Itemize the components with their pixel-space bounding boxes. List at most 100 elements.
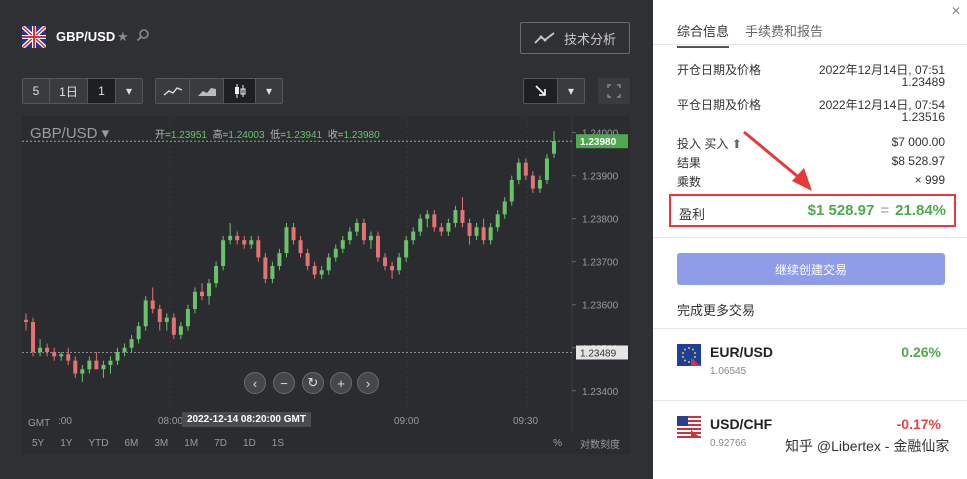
- candle-body: [108, 360, 113, 365]
- asset-symbol: USD/CHF: [710, 416, 773, 432]
- open-label: 开仓日期及价格: [677, 63, 762, 77]
- count-button[interactable]: 5: [23, 79, 50, 103]
- chart-canvas[interactable]: 1.240001.239001.238001.237001.236001.235…: [22, 116, 630, 432]
- x-tick-label: 08:00: [158, 416, 183, 427]
- candle-body: [397, 257, 402, 271]
- asset-price: 0.92766: [710, 438, 747, 449]
- x-tick-label: 09:30: [513, 416, 538, 427]
- arrow-down-right-icon: [534, 85, 546, 96]
- area-chart-button[interactable]: [190, 79, 224, 103]
- candle-body: [326, 257, 331, 271]
- candle-body: [502, 201, 507, 215]
- candle-body: [24, 319, 28, 322]
- candle-body: [157, 309, 162, 322]
- profit-label: 盈利: [679, 207, 706, 222]
- interval-dropdown[interactable]: ▾: [116, 79, 142, 103]
- fullscreen-button[interactable]: [598, 78, 630, 104]
- price-chart[interactable]: 1.240001.239001.238001.237001.236001.235…: [22, 116, 630, 454]
- divider: [653, 44, 967, 45]
- result-value: $8 528.97: [891, 154, 945, 168]
- candle-body: [87, 360, 92, 370]
- tech-analysis-button[interactable]: 技术分析: [520, 22, 630, 54]
- profit-value: $1 528.97 = 21.84%: [807, 202, 946, 219]
- candle-body: [523, 162, 528, 176]
- current-price-label: 1.23980: [580, 137, 617, 148]
- scroll-left-button[interactable]: ‹: [244, 372, 266, 394]
- continue-trade-button[interactable]: 继续创建交易: [677, 253, 945, 285]
- candle-body: [319, 270, 324, 275]
- candle-body: [214, 266, 219, 284]
- candle-body: [340, 240, 345, 249]
- period-6m[interactable]: 6M: [124, 438, 138, 449]
- log-scale-toggle[interactable]: 对数刻度: [580, 436, 620, 451]
- reset-button[interactable]: ↻: [302, 372, 324, 394]
- invest-value: $7 000.00: [891, 135, 945, 149]
- period-7d[interactable]: 7D: [214, 438, 227, 449]
- candle-body: [481, 227, 486, 241]
- candlestick-icon: [234, 84, 245, 98]
- eu-flag-icon: [677, 344, 701, 366]
- period-3m[interactable]: 3M: [154, 438, 168, 449]
- candle-body: [150, 300, 155, 310]
- candle-body: [228, 235, 233, 241]
- star-icon[interactable]: ★: [117, 29, 129, 45]
- period-1d[interactable]: 1D: [243, 438, 256, 449]
- candle-body: [73, 360, 78, 374]
- draw-tool-dropdown[interactable]: ▾: [558, 79, 584, 103]
- close-icon[interactable]: ✕: [951, 4, 961, 18]
- candle-body: [530, 175, 535, 189]
- chevron-left-icon: ‹: [252, 375, 258, 391]
- candle-body: [256, 240, 261, 258]
- arrow-tool-button[interactable]: [524, 79, 558, 103]
- close-label: 平仓日期及价格: [677, 98, 762, 112]
- chevron-down-icon: ▾: [125, 84, 133, 98]
- candle-body: [460, 210, 465, 223]
- line-chart-button[interactable]: [156, 79, 190, 103]
- result-label: 结果: [677, 156, 702, 170]
- interval-button[interactable]: 1: [88, 79, 116, 103]
- candle-body: [390, 266, 395, 271]
- percent-toggle[interactable]: %: [553, 438, 562, 449]
- chart-instrument[interactable]: GBP/USD ▾: [30, 124, 109, 142]
- period-1m[interactable]: 1M: [184, 438, 198, 449]
- asset-change: 0.26%: [901, 344, 941, 360]
- scroll-right-button[interactable]: ›: [357, 372, 379, 394]
- chart-type-dropdown[interactable]: ▾: [256, 79, 282, 103]
- entry-price-label: 1.23489: [580, 348, 617, 359]
- candle-body: [178, 326, 183, 335]
- divider: [653, 328, 967, 329]
- x-tick-label: 09:00: [394, 416, 419, 427]
- period-ytd[interactable]: YTD: [88, 438, 108, 449]
- candle-body: [411, 231, 416, 241]
- zoom-in-button[interactable]: +: [330, 372, 352, 394]
- candle-body: [537, 179, 542, 189]
- expand-icon: [607, 84, 621, 98]
- period-5y[interactable]: 5Y: [32, 438, 44, 449]
- trend-icon: [534, 32, 555, 44]
- divider: [653, 237, 967, 238]
- candle-body: [453, 210, 458, 223]
- candle-body: [333, 248, 338, 258]
- candle-body: [474, 227, 479, 236]
- candle-chart-button[interactable]: [224, 79, 256, 103]
- candle-body: [298, 240, 303, 254]
- period-1y[interactable]: 1Y: [60, 438, 72, 449]
- list-item-usdchf[interactable]: USD/CHF 0.92766 -0.17%: [653, 402, 967, 468]
- arrow-up-icon: ⬆: [731, 137, 742, 151]
- candle-body: [516, 162, 521, 180]
- list-item-eurusd[interactable]: EUR/USD 1.06545 0.26%: [653, 330, 967, 396]
- candle-body: [361, 222, 366, 241]
- period-1s[interactable]: 1S: [272, 438, 284, 449]
- asset-change: -0.17%: [896, 416, 941, 432]
- invest-label: 投入 买入 ⬆: [677, 137, 742, 151]
- candle-body: [38, 347, 43, 353]
- zoom-out-button[interactable]: −: [273, 372, 295, 394]
- more-trades-title: 完成更多交易: [677, 303, 756, 318]
- candle-body: [277, 253, 282, 266]
- period-button[interactable]: 1日: [50, 79, 88, 103]
- search-icon[interactable]: [136, 28, 150, 42]
- screen: GBP/USD ★ 技术分析 5 1日 1 ▾ ▾ ▾ 1.24000 1.23…: [0, 0, 967, 479]
- candle-body: [207, 283, 212, 297]
- candle-body: [66, 354, 71, 361]
- line-chart-icon: [163, 87, 182, 96]
